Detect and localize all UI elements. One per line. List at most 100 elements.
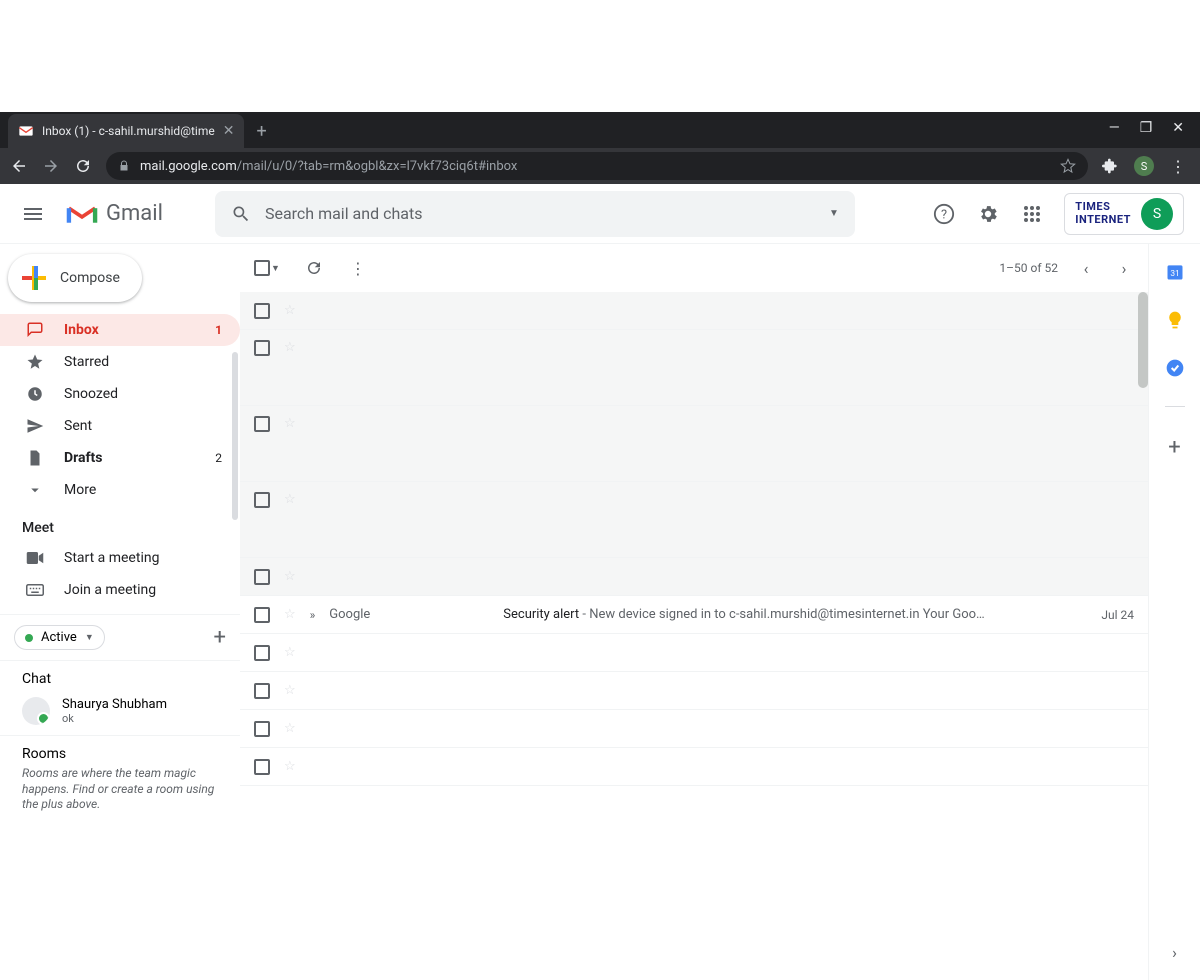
browser-tab[interactable]: Inbox (1) - c-sahil.murshid@time ✕ (8, 114, 244, 148)
settings-button[interactable] (976, 202, 1000, 226)
support-button[interactable]: ? (932, 202, 956, 226)
get-addons-button[interactable]: + (1168, 435, 1180, 460)
more-button[interactable]: ⋮ (348, 258, 368, 278)
mail-row[interactable]: ☆ (240, 292, 1148, 330)
gmail-logo-icon (66, 202, 98, 226)
main-menu-button[interactable] (16, 200, 50, 228)
google-apps-button[interactable] (1020, 202, 1044, 226)
caret-down-icon[interactable]: ▼ (271, 263, 280, 274)
row-checkbox[interactable] (254, 721, 270, 737)
chevron-down-icon (26, 481, 46, 499)
row-checkbox[interactable] (254, 607, 270, 623)
browser-forward-button[interactable] (42, 157, 60, 175)
organization-badge[interactable]: TIMES INTERNET S (1064, 193, 1184, 235)
nav-drafts[interactable]: Drafts 2 (0, 442, 240, 474)
row-checkbox[interactable] (254, 340, 270, 356)
chrome-profile-avatar[interactable]: S (1134, 156, 1154, 176)
mail-list: ☆ ☆ ☆ ☆ ☆ ☆ » Google Security alert - Ne… (240, 292, 1148, 980)
bookmark-star-icon[interactable] (1060, 158, 1076, 174)
mail-row[interactable]: ☆ (240, 634, 1148, 672)
row-star-icon[interactable]: ☆ (284, 492, 296, 507)
row-star-icon[interactable]: ☆ (284, 340, 296, 355)
mail-area: ▼ ⋮ 1–50 of 52 ‹ › ☆ ☆ ☆ ☆ ☆ (240, 244, 1200, 980)
row-star-icon[interactable]: ☆ (284, 416, 296, 431)
mail-row-security-alert[interactable]: ☆ » Google Security alert - New device s… (240, 596, 1148, 634)
svg-text:31: 31 (1170, 269, 1179, 279)
new-tab-button[interactable]: + (256, 121, 266, 142)
row-checkbox[interactable] (254, 569, 270, 585)
compose-button[interactable]: Compose (8, 254, 142, 302)
chat-header: Chat (0, 671, 240, 693)
sidebar-scrollbar[interactable] (232, 352, 238, 520)
gmail-header: Gmail ▼ ? TIMES INTERNET S (0, 184, 1200, 244)
gmail-favicon-icon (18, 123, 34, 139)
new-chat-button[interactable]: + (214, 625, 226, 650)
inbox-icon (26, 321, 46, 339)
search-options-icon[interactable]: ▼ (829, 208, 839, 219)
meet-start[interactable]: Start a meeting (0, 542, 240, 574)
mail-row[interactable]: ☆ (240, 748, 1148, 786)
page-prev-button[interactable]: ‹ (1076, 259, 1096, 278)
row-star-icon[interactable]: ☆ (284, 759, 296, 774)
search-input[interactable] (265, 204, 815, 223)
select-all-checkbox[interactable]: ▼ (254, 260, 280, 276)
window-maximize-icon[interactable]: ❐ (1140, 120, 1153, 136)
mail-scrollbar[interactable] (1138, 292, 1148, 388)
search-bar[interactable]: ▼ (215, 191, 855, 237)
page-next-button[interactable]: › (1114, 259, 1134, 278)
url-text: mail.google.com/mail/u/0/?tab=rm&ogbl&zx… (140, 159, 1050, 174)
row-star-icon[interactable]: ☆ (284, 303, 296, 318)
mail-row[interactable]: ☆ (240, 710, 1148, 748)
row-star-icon[interactable]: ☆ (284, 607, 296, 622)
status-dot-icon (25, 634, 33, 642)
row-star-icon[interactable]: ☆ (284, 683, 296, 698)
row-checkbox[interactable] (254, 492, 270, 508)
mail-row[interactable]: ☆ (240, 558, 1148, 596)
window-minimize-icon[interactable]: — (1109, 120, 1120, 136)
mail-subject: Security alert - New device signed in to… (503, 607, 1087, 622)
contact-name: Shaurya Shubham (62, 697, 167, 712)
mail-row[interactable]: ☆ (240, 482, 1148, 558)
row-star-icon[interactable]: ☆ (284, 645, 296, 660)
nav-sent[interactable]: Sent (0, 410, 240, 442)
nav-inbox[interactable]: Inbox 1 (0, 314, 240, 346)
mail-toolbar: ▼ ⋮ 1–50 of 52 ‹ › (240, 244, 1148, 292)
extensions-icon[interactable] (1102, 158, 1118, 174)
window-close-icon[interactable]: ✕ (1172, 120, 1184, 136)
status-chip[interactable]: Active ▼ (14, 625, 105, 650)
mail-row[interactable]: ☆ (240, 672, 1148, 710)
row-checkbox[interactable] (254, 683, 270, 699)
row-checkbox[interactable] (254, 416, 270, 432)
mail-row[interactable]: ☆ (240, 330, 1148, 406)
hangouts-bar: Active ▼ + (0, 614, 240, 660)
nav-snoozed[interactable]: Snoozed (0, 378, 240, 410)
nav-starred[interactable]: Starred (0, 346, 240, 378)
chat-contact[interactable]: Shaurya Shubham ok (0, 693, 240, 729)
tab-close-icon[interactable]: ✕ (223, 123, 235, 139)
compose-label: Compose (60, 270, 120, 286)
tasks-icon[interactable] (1165, 358, 1185, 378)
gmail-logo[interactable]: Gmail (66, 201, 163, 226)
meet-join[interactable]: Join a meeting (0, 574, 240, 606)
browser-reload-button[interactable] (74, 157, 92, 175)
row-checkbox[interactable] (254, 645, 270, 661)
browser-back-button[interactable] (10, 157, 28, 175)
url-field[interactable]: mail.google.com/mail/u/0/?tab=rm&ogbl&zx… (106, 152, 1088, 180)
checkbox-icon (254, 260, 270, 276)
row-checkbox[interactable] (254, 303, 270, 319)
profile-avatar[interactable]: S (1141, 198, 1173, 230)
row-star-icon[interactable]: ☆ (284, 721, 296, 736)
side-panel-toggle[interactable]: › (1172, 943, 1177, 962)
nav-more[interactable]: More (0, 474, 240, 506)
row-checkbox[interactable] (254, 759, 270, 775)
rooms-section: Rooms Rooms are where the team magic hap… (0, 735, 240, 813)
rooms-header: Rooms (22, 746, 218, 762)
keep-icon[interactable] (1165, 310, 1185, 330)
mail-row[interactable]: ☆ (240, 406, 1148, 482)
mail-sender: Google (329, 607, 489, 622)
chrome-menu-icon[interactable]: ⋮ (1170, 157, 1186, 176)
calendar-icon[interactable]: 31 (1165, 262, 1185, 282)
row-star-icon[interactable]: ☆ (284, 569, 296, 584)
refresh-button[interactable] (304, 258, 324, 278)
importance-marker-icon[interactable]: » (310, 608, 316, 622)
